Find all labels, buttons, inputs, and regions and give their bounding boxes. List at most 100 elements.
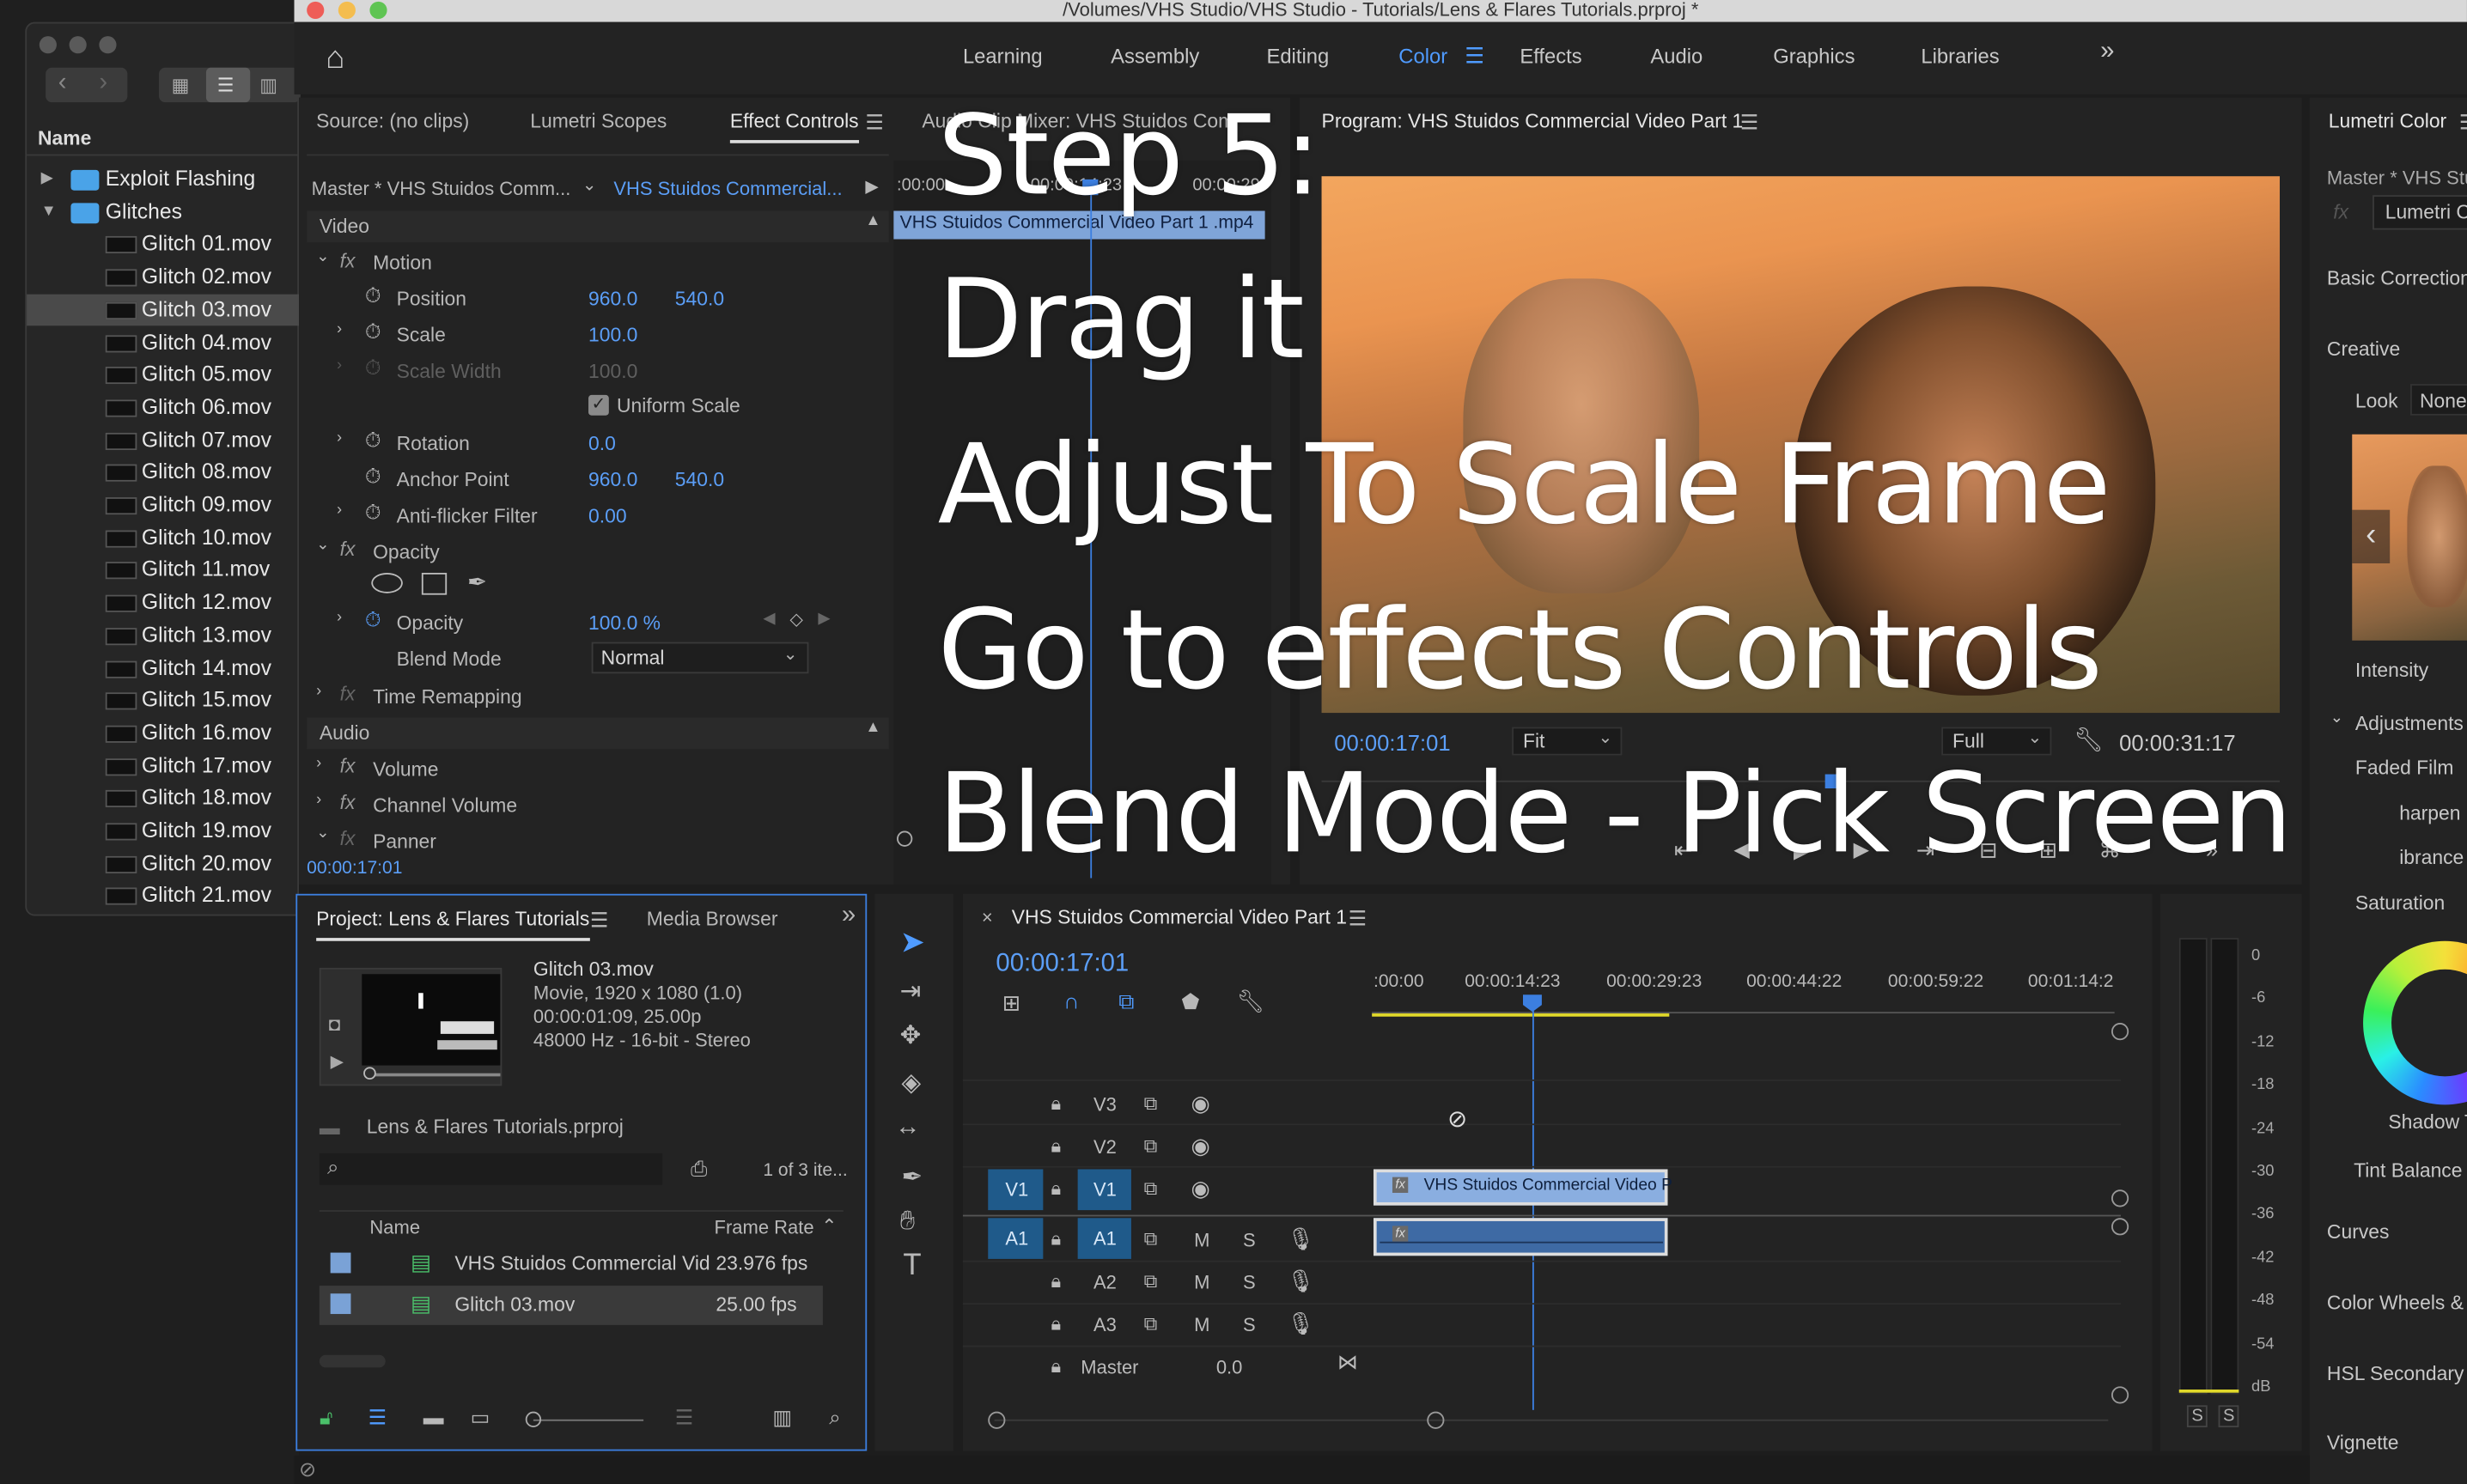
hand-tool-icon[interactable]: ✋︎ xyxy=(900,1206,916,1238)
fx-icon[interactable]: fx xyxy=(340,756,356,778)
mute-button[interactable]: M xyxy=(1194,1314,1209,1336)
go-to-edit-icon[interactable]: ⋈ xyxy=(1337,1350,1358,1375)
workspace-assembly[interactable]: Assembly xyxy=(1111,44,1199,67)
eye-icon[interactable]: ◉ xyxy=(1191,1133,1210,1159)
lock-track-icon[interactable]: 🔒︎ xyxy=(1051,1092,1062,1116)
scroll-end-handle[interactable] xyxy=(1427,1411,1445,1429)
mute-button[interactable]: M xyxy=(1194,1229,1209,1251)
file-row[interactable]: Glitch 08.mov xyxy=(27,457,301,490)
fx-icon[interactable]: fx xyxy=(340,250,356,272)
expand-panner-icon[interactable]: ⌄ xyxy=(316,824,329,842)
video-clip[interactable]: fx VHS Stuidos Commercial Video P xyxy=(1373,1169,1672,1206)
collapse-up-icon[interactable]: ▲ xyxy=(865,212,880,229)
tab-project[interactable]: Project: Lens & Flares Tutorials xyxy=(316,908,590,941)
search-icon[interactable]: ⌕ xyxy=(829,1405,840,1430)
eye-icon[interactable]: ◉ xyxy=(1191,1176,1210,1202)
track-label-a2[interactable]: A2 xyxy=(1093,1272,1117,1294)
blend-mode-dropdown[interactable]: Normal ⌄ xyxy=(591,642,809,674)
horizontal-scrollbar[interactable] xyxy=(319,1354,386,1368)
camera-icon[interactable]: ◘ xyxy=(329,1013,340,1036)
close-window-icon[interactable] xyxy=(39,36,57,54)
microphone-icon[interactable]: 🎙︎ xyxy=(1287,1268,1315,1295)
freeform-view-icon[interactable]: ▭ xyxy=(471,1405,490,1430)
expand-antiflicker-icon[interactable]: › xyxy=(337,502,342,520)
frame-rate-column-header[interactable]: Frame Rate xyxy=(715,1216,814,1238)
creative-section[interactable]: Creative xyxy=(2327,338,2400,361)
file-row[interactable]: Glitch 11.mov xyxy=(27,555,301,587)
file-row[interactable]: Glitch 02.mov xyxy=(27,261,301,294)
project-item-row[interactable]: ▤ VHS Stuidos Commercial Vid 23.976 fps xyxy=(320,1244,823,1284)
scroll-start-handle[interactable] xyxy=(988,1411,1006,1429)
play-icon[interactable]: ▶ xyxy=(331,1051,344,1072)
scale-value[interactable]: 100.0 xyxy=(588,324,637,346)
file-row[interactable]: Glitch 06.mov xyxy=(27,392,301,424)
minimize-window-icon[interactable] xyxy=(69,36,87,54)
lock-track-icon[interactable]: 🔒︎ xyxy=(1051,1355,1062,1378)
sequence-tab[interactable]: VHS Stuidos Commercial Video Part 1 xyxy=(1012,906,1347,928)
render-status-icon[interactable]: ⊘ xyxy=(299,1457,316,1482)
tab-source[interactable]: Source: (no clips) xyxy=(316,110,469,132)
panel-menu-icon[interactable]: ☰ xyxy=(865,110,883,135)
microphone-icon[interactable]: 🎙︎ xyxy=(1287,1226,1315,1252)
vertical-scroll-handle[interactable] xyxy=(2111,1386,2129,1404)
solo-left-button[interactable]: S xyxy=(2186,1405,2208,1427)
automate-to-sequence-icon[interactable]: ▥ xyxy=(772,1405,792,1430)
workspace-menu-icon[interactable]: ☰ xyxy=(1465,42,1484,69)
file-row[interactable]: Glitch 04.mov xyxy=(27,326,301,359)
timeline-timecode[interactable]: 00:00:17:01 xyxy=(996,951,1129,979)
wrench-icon[interactable]: 🔧︎ xyxy=(1237,988,1265,1015)
file-row[interactable]: Glitch 17.mov xyxy=(27,750,301,782)
file-row[interactable]: Glitch 21.mov xyxy=(27,880,301,913)
panel-menu-icon[interactable]: ☰ xyxy=(1740,110,1758,135)
razor-tool-icon[interactable]: ◈ xyxy=(902,1067,922,1098)
color-wheels-section[interactable]: Color Wheels & I xyxy=(2327,1292,2467,1314)
file-row[interactable]: Glitch 01.mov xyxy=(27,228,301,261)
collapse-up-icon[interactable]: ▲ xyxy=(865,719,880,736)
more-workspaces-icon[interactable]: » xyxy=(2100,38,2114,66)
playhead-line[interactable] xyxy=(1532,1010,1534,1410)
file-row[interactable]: Glitch 10.mov xyxy=(27,522,301,555)
lock-track-icon[interactable]: 🔒︎ xyxy=(1051,1227,1062,1250)
lock-icon[interactable]: 🔓︎ xyxy=(320,1405,332,1430)
nest-icon[interactable]: ⊞ xyxy=(1002,990,1020,1017)
workspace-libraries[interactable]: Libraries xyxy=(1921,44,1999,67)
chevron-left-icon[interactable]: ‹ xyxy=(58,70,67,98)
close-button[interactable] xyxy=(307,1,325,19)
solo-button[interactable]: S xyxy=(1243,1314,1256,1336)
tab-lumetri-scopes[interactable]: Lumetri Scopes xyxy=(530,110,667,132)
zoom-handle[interactable] xyxy=(897,830,913,847)
solo-button[interactable]: S xyxy=(1243,1272,1256,1294)
file-row[interactable]: Glitch 15.mov xyxy=(27,684,301,717)
program-monitor-title[interactable]: Program: VHS Stuidos Commercial Video Pa… xyxy=(1322,110,1744,132)
curves-section[interactable]: Curves xyxy=(2327,1221,2390,1244)
sync-lock-icon[interactable]: ⧉ xyxy=(1144,1270,1158,1293)
file-row[interactable]: Glitch 13.mov xyxy=(27,620,301,653)
file-row[interactable]: Glitch 12.mov xyxy=(27,587,301,620)
previous-keyframe-icon[interactable]: ◀ xyxy=(763,611,775,628)
lock-track-icon[interactable]: 🔒︎ xyxy=(1051,1134,1062,1158)
lock-track-icon[interactable]: 🔒︎ xyxy=(1051,1270,1062,1293)
zoom-window-icon[interactable] xyxy=(99,36,117,54)
minimize-button[interactable] xyxy=(338,1,356,19)
work-area-bar[interactable] xyxy=(1372,1013,1670,1017)
expand-opacity-icon[interactable]: ⌄ xyxy=(316,537,329,554)
slip-tool-icon[interactable]: ↔ xyxy=(895,1114,920,1142)
type-tool-icon[interactable]: T xyxy=(903,1250,921,1284)
track-target-a1[interactable]: A1 xyxy=(1077,1218,1131,1259)
stopwatch-icon[interactable]: ⏱ xyxy=(365,501,381,526)
master-volume-value[interactable]: 0.0 xyxy=(1216,1357,1243,1379)
lumetri-effect-dropdown[interactable]: Lumetri C xyxy=(2373,195,2467,230)
sort-icon[interactable]: ☰ xyxy=(675,1405,693,1430)
chevron-right-icon[interactable]: › xyxy=(99,70,107,98)
file-row[interactable]: Glitch 14.mov xyxy=(27,653,301,685)
sync-lock-icon[interactable]: ⧉ xyxy=(1144,1312,1158,1335)
chevron-down-icon[interactable]: ⌄ xyxy=(2330,709,2343,727)
previous-look-icon[interactable]: ‹ xyxy=(2352,509,2391,563)
back-forward-buttons[interactable]: ‹ › xyxy=(46,67,128,103)
stopwatch-icon[interactable]: ⏱ xyxy=(365,283,381,308)
file-row[interactable]: Glitch 16.mov xyxy=(27,717,301,750)
lumetri-color-title[interactable]: Lumetri Color xyxy=(2329,110,2446,132)
sync-lock-icon[interactable]: ⧉ xyxy=(1144,1134,1158,1158)
name-column-header[interactable]: Name xyxy=(369,1216,420,1238)
expand-time-remap-icon[interactable]: › xyxy=(316,683,321,700)
